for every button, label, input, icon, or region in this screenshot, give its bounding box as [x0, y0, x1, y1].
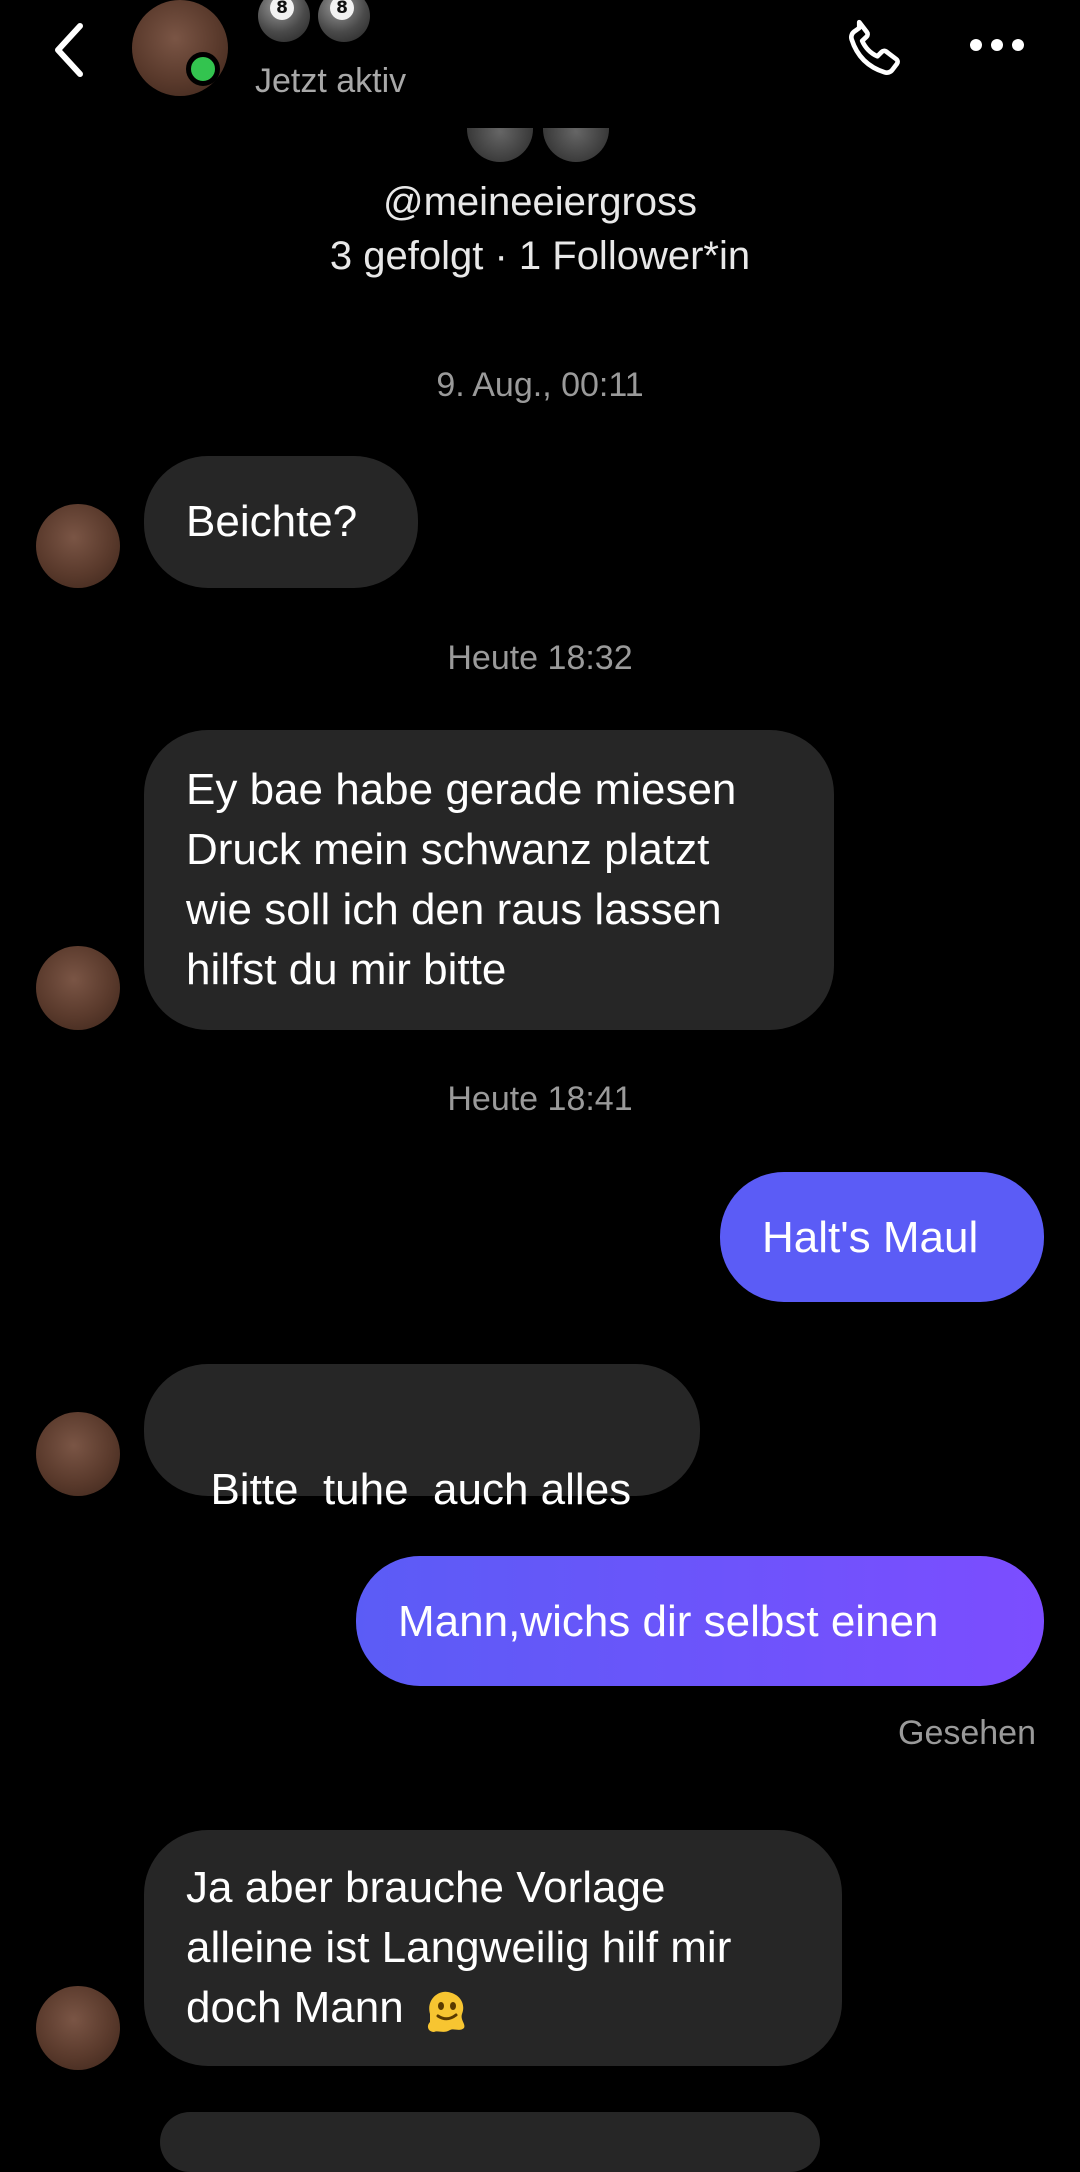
sender-avatar[interactable] — [36, 946, 120, 1030]
sender-avatar[interactable] — [36, 504, 120, 588]
sender-avatar[interactable] — [36, 1986, 120, 2070]
pool-ball-emoji: 8 — [318, 0, 370, 42]
pool-ball-number: 8 — [270, 0, 294, 20]
call-button[interactable] — [840, 14, 910, 84]
message-text-line: Ja aber brauche Vorlage — [186, 1863, 666, 1912]
profile-emoji — [467, 128, 533, 162]
message-text: Bitte tuhe auch alles — [210, 1465, 632, 1514]
message-text-line: alleine ist Langweilig hilf mir — [186, 1923, 732, 1972]
profile-follow-stats: 3 gefolgt · 1 Follower*in — [329, 234, 751, 278]
sender-avatar[interactable] — [36, 1412, 120, 1496]
online-indicator — [186, 52, 220, 86]
timestamp: Heute 18:32 — [447, 639, 633, 677]
message-bubble-incoming[interactable]: Beichte? — [144, 456, 418, 588]
melting-face-icon — [427, 1992, 465, 2033]
message-text-line: Ey bae habe gerade miesen — [186, 765, 737, 814]
message-text: Halt's Maul — [762, 1213, 979, 1262]
message-bubble-incoming[interactable]: Ey bae habe gerade miesen Druck mein sch… — [144, 730, 834, 1030]
active-status: Jetzt aktiv — [255, 62, 407, 100]
profile-username[interactable]: @meineeiergross — [0, 180, 1080, 225]
profile-emoji — [543, 128, 609, 162]
pool-ball-number: 8 — [330, 0, 354, 20]
message-bubble-incoming[interactable]: Bitte tuhe auch alles — [144, 1364, 700, 1514]
more-options-button[interactable] — [960, 30, 1040, 60]
message-bubble-outgoing[interactable]: Mann,wichs dir selbst einen — [356, 1556, 1044, 1686]
message-bubble-incoming[interactable]: Ja aber brauche Vorlage alleine ist Lang… — [144, 1830, 842, 2066]
pool-ball-emoji: 8 — [258, 0, 310, 42]
back-button[interactable] — [46, 20, 96, 80]
timestamp: 9. Aug., 00:11 — [436, 366, 644, 404]
more-horizontal-icon — [970, 39, 1024, 51]
seen-status: Gesehen — [898, 1714, 1036, 1752]
message-text-line: hilfst du mir bitte — [186, 945, 507, 994]
phone-icon — [849, 19, 900, 75]
message-text-line: Druck mein schwanz platzt — [186, 825, 710, 874]
message-text-line: wie soll ich den raus lassen — [186, 885, 722, 934]
message-text-line: doch Mann — [186, 1983, 404, 2032]
message-bubble-incoming-partial[interactable] — [160, 2112, 820, 2172]
message-bubble-outgoing[interactable]: Halt's Maul — [720, 1172, 1044, 1302]
timestamp: Heute 18:41 — [447, 1080, 633, 1118]
chevron-left-icon — [55, 23, 83, 77]
message-text: Mann,wichs dir selbst einen — [398, 1597, 939, 1646]
message-text: Beichte? — [186, 497, 358, 546]
